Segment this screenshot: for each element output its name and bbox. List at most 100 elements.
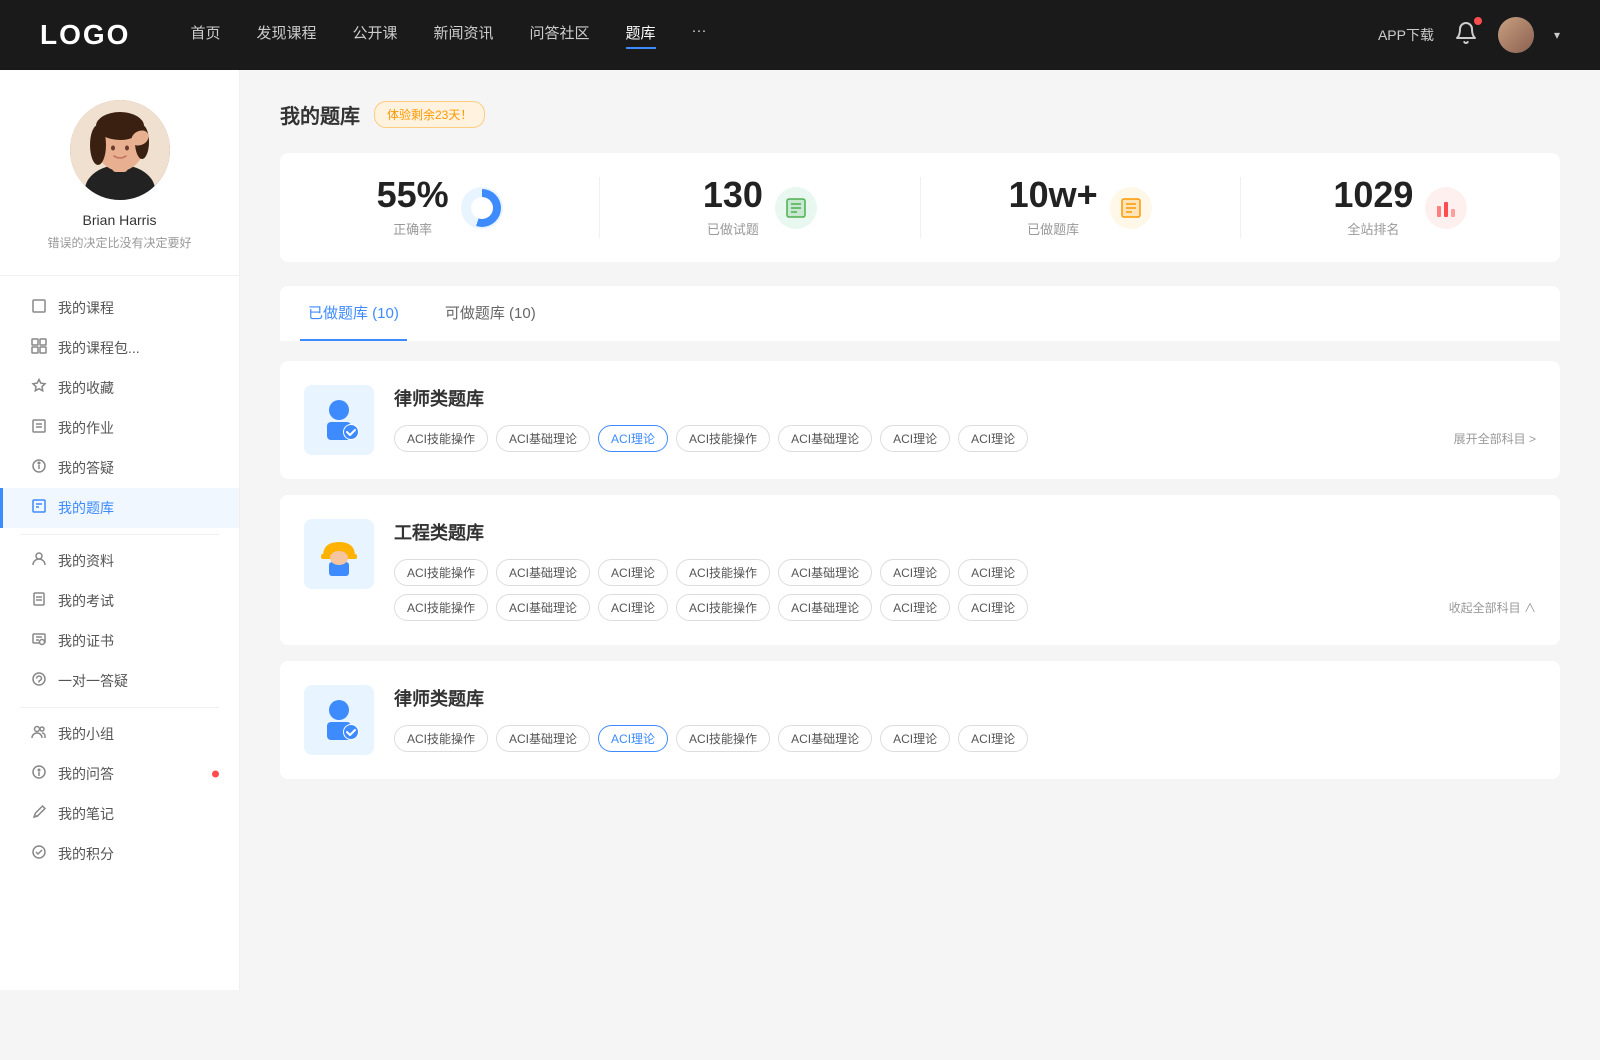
tag-1-4[interactable]: ACI基础理论 bbox=[778, 559, 872, 586]
sidebar-item-certificate[interactable]: 我的证书 bbox=[0, 621, 239, 661]
tag-0-5[interactable]: ACI理论 bbox=[880, 425, 950, 452]
tag-2-6[interactable]: ACI理论 bbox=[958, 725, 1028, 752]
qbank-card-1: 工程类题库 ACI技能操作 ACI基础理论 ACI理论 ACI技能操作 ACI基… bbox=[280, 495, 1560, 645]
tag-1-3[interactable]: ACI技能操作 bbox=[676, 559, 770, 586]
1on1-icon bbox=[30, 671, 48, 691]
qbank-card-2-title: 律师类题库 bbox=[394, 685, 1536, 711]
qbank-card-1-header: 工程类题库 ACI技能操作 ACI基础理论 ACI理论 ACI技能操作 ACI基… bbox=[304, 519, 1536, 621]
tag-2-1[interactable]: ACI基础理论 bbox=[496, 725, 590, 752]
sidebar-item-profile[interactable]: 我的资料 bbox=[0, 541, 239, 581]
qbank-list: 律师类题库 ACI技能操作 ACI基础理论 ACI理论 ACI技能操作 ACI基… bbox=[280, 361, 1560, 779]
qbank-card-1-body: 工程类题库 ACI技能操作 ACI基础理论 ACI理论 ACI技能操作 ACI基… bbox=[394, 519, 1536, 621]
myqa-icon bbox=[30, 764, 48, 784]
stat-accuracy-value: 55% bbox=[377, 177, 449, 213]
answers-icon bbox=[30, 458, 48, 478]
qbank-card-1-title: 工程类题库 bbox=[394, 519, 1536, 545]
sidebar-item-myqa[interactable]: 我的问答 bbox=[0, 754, 239, 794]
tag-2-5[interactable]: ACI理论 bbox=[880, 725, 950, 752]
tag-1-9[interactable]: ACI理论 bbox=[598, 594, 668, 621]
tag-1-12[interactable]: ACI理论 bbox=[880, 594, 950, 621]
nav-link-qa[interactable]: 问答社区 bbox=[530, 22, 590, 49]
tag-0-2[interactable]: ACI理论 bbox=[598, 425, 668, 452]
sidebar-item-mycourse[interactable]: 我的课程 bbox=[0, 288, 239, 328]
page-layout: Brian Harris 错误的决定比没有决定要好 我的课程 我的课程包... bbox=[0, 70, 1600, 990]
tag-1-2[interactable]: ACI理论 bbox=[598, 559, 668, 586]
tag-0-6[interactable]: ACI理论 bbox=[958, 425, 1028, 452]
tag-1-13[interactable]: ACI理论 bbox=[958, 594, 1028, 621]
sidebar-item-answers[interactable]: 我的答疑 bbox=[0, 448, 239, 488]
nav-link-news[interactable]: 新闻资讯 bbox=[434, 22, 494, 49]
qbank-card-2-tags: ACI技能操作 ACI基础理论 ACI理论 ACI技能操作 ACI基础理论 AC… bbox=[394, 725, 1536, 752]
tag-2-4[interactable]: ACI基础理论 bbox=[778, 725, 872, 752]
qbank-card-0-tags: ACI技能操作 ACI基础理论 ACI理论 ACI技能操作 ACI基础理论 AC… bbox=[394, 425, 1536, 452]
app-download-link[interactable]: APP下载 bbox=[1378, 25, 1434, 45]
sidebar-item-1on1[interactable]: 一对一答疑 bbox=[0, 661, 239, 701]
lawyer-svg-0 bbox=[313, 394, 365, 446]
notification-badge bbox=[1474, 17, 1482, 25]
tag-1-7[interactable]: ACI技能操作 bbox=[394, 594, 488, 621]
stat-accuracy-icon bbox=[461, 187, 503, 229]
qbank-icon bbox=[30, 498, 48, 518]
tag-1-5[interactable]: ACI理论 bbox=[880, 559, 950, 586]
qbank-icon-engineer bbox=[304, 519, 374, 589]
stat-banks: 10w+ 已做题库 bbox=[921, 177, 1241, 238]
nav-link-more[interactable]: ··· bbox=[692, 22, 707, 49]
collection-icon bbox=[30, 378, 48, 398]
tag-2-2[interactable]: ACI理论 bbox=[598, 725, 668, 752]
expand-link-0[interactable]: 展开全部科目 > bbox=[1454, 430, 1536, 447]
tag-1-1[interactable]: ACI基础理论 bbox=[496, 559, 590, 586]
profile-section: Brian Harris 错误的决定比没有决定要好 bbox=[0, 100, 239, 276]
menu-divider-1 bbox=[20, 534, 219, 535]
tag-0-4[interactable]: ACI基础理论 bbox=[778, 425, 872, 452]
sidebar-item-qbank[interactable]: 我的题库 bbox=[0, 488, 239, 528]
tag-0-1[interactable]: ACI基础理论 bbox=[496, 425, 590, 452]
sidebar-item-notes[interactable]: 我的笔记 bbox=[0, 794, 239, 834]
tag-0-3[interactable]: ACI技能操作 bbox=[676, 425, 770, 452]
sidebar-item-coursepack[interactable]: 我的课程包... bbox=[0, 328, 239, 368]
stat-banks-text: 10w+ 已做题库 bbox=[1009, 177, 1098, 238]
sidebar-item-collection[interactable]: 我的收藏 bbox=[0, 368, 239, 408]
qa-notification-dot bbox=[212, 771, 219, 778]
nav-link-opencourse[interactable]: 公开课 bbox=[352, 22, 397, 49]
qbank-card-0-header: 律师类题库 ACI技能操作 ACI基础理论 ACI理论 ACI技能操作 ACI基… bbox=[304, 385, 1536, 455]
stat-questions-value: 130 bbox=[703, 177, 763, 213]
user-menu-chevron[interactable]: ▾ bbox=[1554, 28, 1560, 42]
collapse-link-1[interactable]: 收起全部科目 ∧ bbox=[1449, 599, 1536, 616]
sidebar-item-points[interactable]: 我的积分 bbox=[0, 834, 239, 874]
tag-1-11[interactable]: ACI基础理论 bbox=[778, 594, 872, 621]
user-avatar-nav[interactable] bbox=[1498, 17, 1534, 53]
avatar-image bbox=[1498, 17, 1534, 53]
tag-1-6[interactable]: ACI理论 bbox=[958, 559, 1028, 586]
tag-1-0[interactable]: ACI技能操作 bbox=[394, 559, 488, 586]
engineer-svg bbox=[313, 528, 365, 580]
stat-ranking-label: 全站排名 bbox=[1333, 219, 1413, 238]
stat-ranking: 1029 全站排名 bbox=[1241, 177, 1560, 238]
stat-banks-label: 已做题库 bbox=[1009, 219, 1098, 238]
nav-link-discover[interactable]: 发现课程 bbox=[256, 22, 316, 49]
sidebar-menu: 我的课程 我的课程包... 我的收藏 我的作业 bbox=[0, 276, 239, 886]
qbank-icon-lawyer-2 bbox=[304, 685, 374, 755]
sidebar: Brian Harris 错误的决定比没有决定要好 我的课程 我的课程包... bbox=[0, 70, 240, 990]
stat-accuracy-text: 55% 正确率 bbox=[377, 177, 449, 238]
tag-2-0[interactable]: ACI技能操作 bbox=[394, 725, 488, 752]
stat-ranking-icon bbox=[1425, 187, 1467, 229]
tab-available-banks[interactable]: 可做题库 (10) bbox=[437, 286, 544, 341]
notification-bell[interactable] bbox=[1454, 21, 1478, 50]
navbar: LOGO 首页 发现课程 公开课 新闻资讯 问答社区 题库 ··· APP下载 … bbox=[0, 0, 1600, 70]
stat-questions-text: 130 已做试题 bbox=[703, 177, 763, 238]
nav-link-qbank[interactable]: 题库 bbox=[626, 22, 656, 49]
profile-name: Brian Harris bbox=[20, 212, 219, 228]
tag-0-0[interactable]: ACI技能操作 bbox=[394, 425, 488, 452]
tag-2-3[interactable]: ACI技能操作 bbox=[676, 725, 770, 752]
sidebar-item-homework[interactable]: 我的作业 bbox=[0, 408, 239, 448]
sidebar-item-exam[interactable]: 我的考试 bbox=[0, 581, 239, 621]
sidebar-item-group[interactable]: 我的小组 bbox=[0, 714, 239, 754]
notes-icon bbox=[30, 804, 48, 824]
page-title: 我的题库 bbox=[280, 100, 360, 129]
nav-link-home[interactable]: 首页 bbox=[190, 22, 220, 49]
profile-icon bbox=[30, 551, 48, 571]
tag-1-8[interactable]: ACI基础理论 bbox=[496, 594, 590, 621]
bell-icon bbox=[1454, 21, 1478, 45]
tag-1-10[interactable]: ACI技能操作 bbox=[676, 594, 770, 621]
tab-done-banks[interactable]: 已做题库 (10) bbox=[300, 286, 407, 341]
